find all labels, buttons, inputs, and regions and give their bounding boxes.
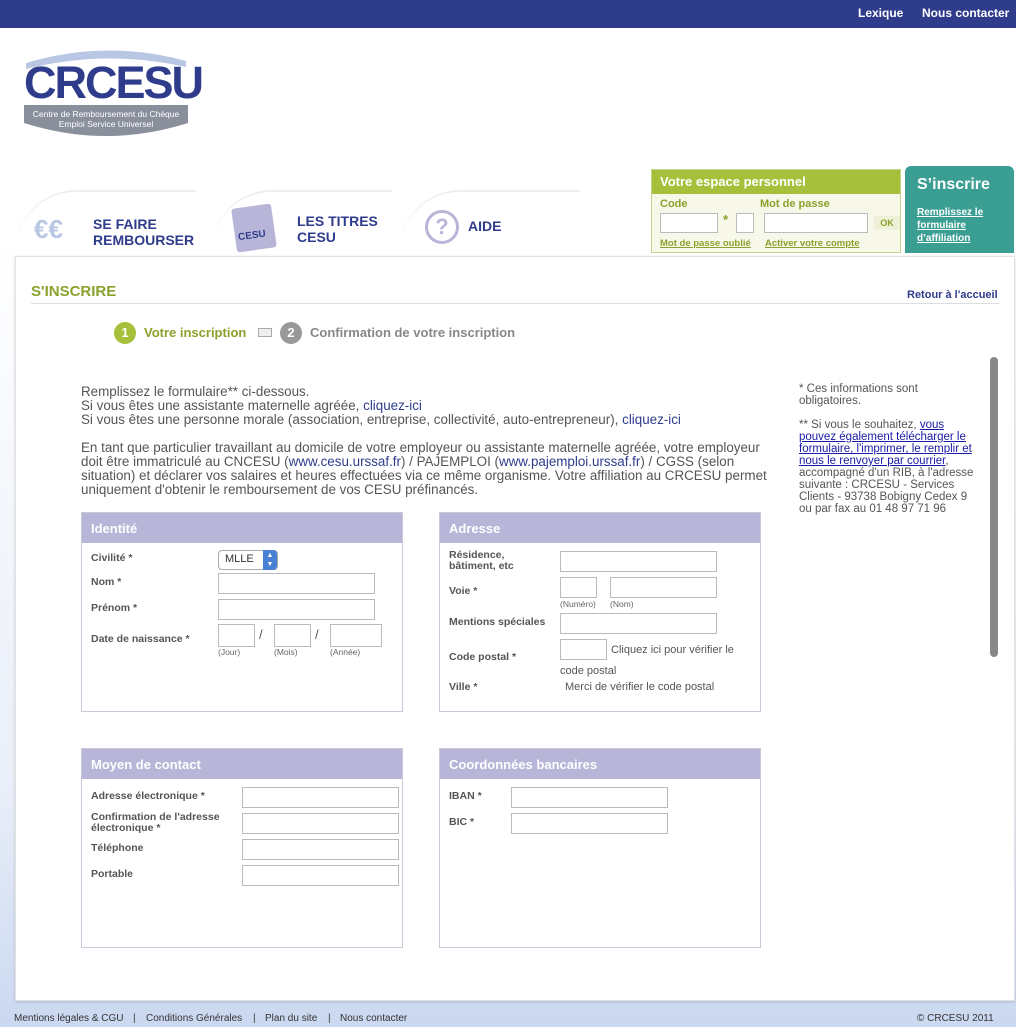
bic-input[interactable] [511,813,668,834]
inscrire-tab[interactable]: S’inscrire Remplissez le formulaire d’affi… [905,166,1014,253]
step-arrow-icon [258,328,272,337]
lexique-link[interactable]: Lexique [858,6,903,20]
contact-link[interactable]: Nous contacter [922,6,1009,20]
residence-input[interactable] [560,551,717,572]
footer-contact-link[interactable]: Nous contacter [340,1013,407,1024]
inscrire-link[interactable]: Remplissez le formulaire d’affiliation [917,206,1002,245]
espace-title: Votre espace personnel [652,170,900,194]
logo-text: CRCESU [24,57,204,108]
footer-conditions-link[interactable]: Conditions Générales [146,1013,242,1024]
civilite-select[interactable]: MLLE ▲ ▼ [218,550,278,570]
ville-message: Merci de vérifier le code postal [565,681,715,693]
step-2-label: Confirmation de votre inscription [310,325,516,340]
iban-input[interactable] [511,787,668,808]
help-icon: ? [425,210,459,244]
annee-input[interactable] [330,624,382,647]
pajemploi-link[interactable]: www.pajemploi.urssaf.fr [499,454,640,469]
identite-box: Identité Civilité * MLLE ▲ ▼ Nom * Prénom … [81,512,403,712]
verif-cp-link-2[interactable]: code postal [560,665,616,677]
scrollbar[interactable] [990,357,998,657]
email-input[interactable] [242,787,399,808]
personne-morale-link[interactable]: cliquez-ici [622,412,681,427]
select-arrows-icon: ▲ ▼ [263,550,277,570]
code-input[interactable] [660,213,718,233]
footer-plan-link[interactable]: Plan du site [265,1013,317,1024]
step-2-icon: 2 [280,322,302,344]
nav-aide[interactable]: ? AIDE [400,190,580,250]
step-1-icon: 1 [114,322,136,344]
contact-box: Moyen de contact Adresse électronique * … [81,748,403,948]
forgot-password-link[interactable]: Mot de passe oublié [660,238,751,249]
nav-titres[interactable]: CESU LES TITRES CESU [212,190,392,253]
mois-input[interactable] [274,624,311,647]
espace-personnel-panel: Votre espace personnel Code Mot de passe… [651,169,901,253]
portable-input[interactable] [242,865,399,886]
side-notes: * Ces informations sont obligatoires. **… [799,383,974,515]
prenom-input[interactable] [218,599,375,620]
ok-button[interactable]: OK [874,216,900,230]
crcesu-logo[interactable]: CRCESU Centre de Remboursement du Chèque… [22,45,204,143]
activate-account-link[interactable]: Activer votre compte [765,238,860,249]
nav-rembourser[interactable]: €€ SE FAIRE REMBOURSER [16,190,196,250]
password-input[interactable] [764,213,868,233]
banque-box: Coordonnées bancaires IBAN * BIC * [439,748,761,948]
adresse-box: Adresse Résidence, bâtiment, etc Voie * (… [439,512,761,712]
logo-subtitle: Centre de Remboursement du Chèque Emploi … [32,109,180,129]
mentions-input[interactable] [560,613,717,634]
code-postal-input[interactable] [560,639,607,660]
verif-cp-link[interactable]: Cliquez ici pour vérifier le [611,644,734,656]
footer-mentions-link[interactable]: Mentions légales & CGU [14,1013,124,1024]
voie-numero-input[interactable] [560,577,597,598]
assistante-link[interactable]: cliquez-ici [363,398,422,413]
jour-input[interactable] [218,624,255,647]
code-key-input[interactable] [736,213,754,233]
copyright: © CRCESU 2011 [917,1013,994,1024]
top-bar: Lexique Nous contacter [0,0,1016,28]
intro-text: Remplissez le formulaire** ci-dessous. S… [81,384,767,497]
retour-accueil-link[interactable]: Retour à l'accueil [907,289,998,301]
nom-input[interactable] [218,573,375,594]
voie-nom-input[interactable] [610,577,717,598]
email-confirm-input[interactable] [242,813,399,834]
page-title: S'INSCRIRE [31,283,117,300]
cesu-link[interactable]: www.cesu.urssaf.fr [289,454,401,469]
cesu-ticket-icon: CESU [231,203,277,253]
step-1-label: Votre inscription [144,325,247,340]
euro-icon: €€ [34,214,63,244]
telephone-input[interactable] [242,839,399,860]
